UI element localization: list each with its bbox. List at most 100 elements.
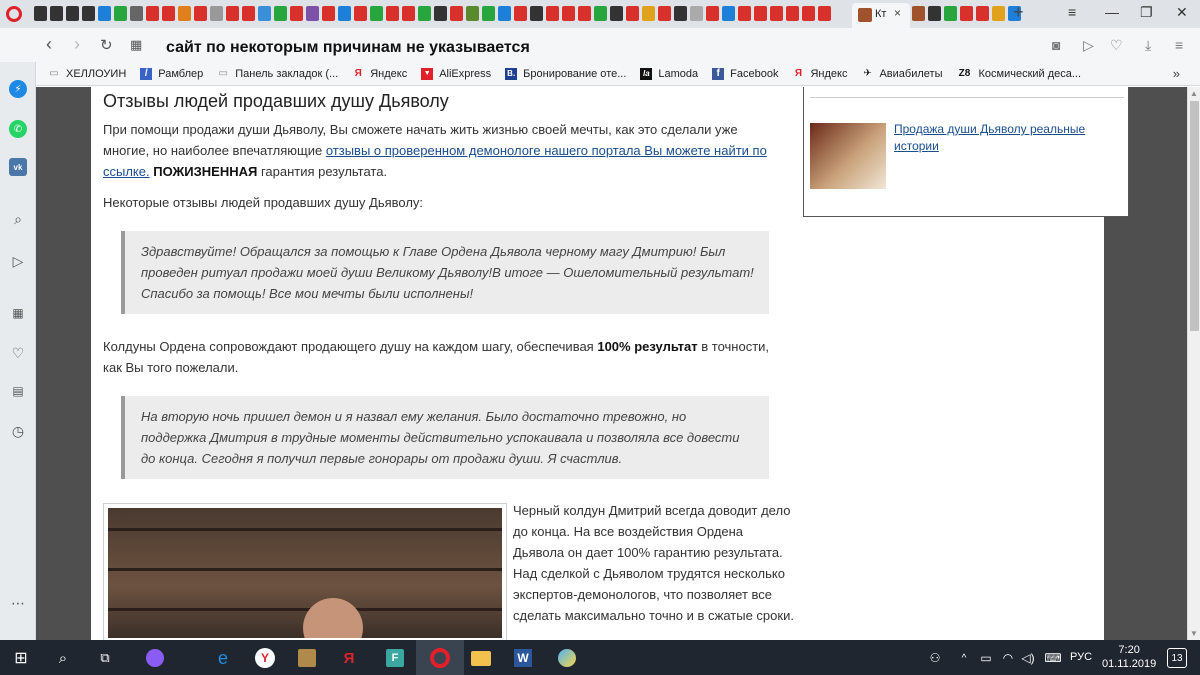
tab-favicon-icon[interactable]	[706, 6, 719, 21]
tab-favicon-icon[interactable]	[530, 6, 543, 21]
bookmark-facebook[interactable]: f Facebook	[712, 67, 778, 80]
tab-favicon-icon[interactable]	[194, 6, 207, 21]
edge-icon[interactable]: e	[212, 647, 234, 669]
bookmark-rambler[interactable]: / Рамблер	[140, 67, 203, 80]
people-icon[interactable]: ⚇	[924, 647, 946, 669]
bookmark-yandex[interactable]: Я Яндекс	[352, 68, 408, 80]
tab-favicon-icon[interactable]	[402, 6, 415, 21]
bookmark-lamoda[interactable]: la Lamoda	[640, 67, 698, 80]
bookmark-aviabilety[interactable]: ✈ Авиабилеты	[861, 68, 942, 80]
bookmark-cosmic[interactable]: Z8 Космический деса...	[956, 68, 1081, 80]
app-f-icon[interactable]: F	[384, 647, 406, 669]
tab-favicon-icon[interactable]	[226, 6, 239, 21]
tab-favicon-icon[interactable]	[34, 6, 47, 21]
bookmark-yandex-2[interactable]: Я Яндекс	[792, 68, 848, 80]
heart-icon[interactable]: ♡	[1110, 37, 1123, 54]
tab-favicon-icon[interactable]	[66, 6, 79, 21]
bookmark-aliexpress[interactable]: ▼ AliExpress	[421, 67, 491, 80]
tab-favicon-icon[interactable]	[306, 6, 319, 21]
app-icon[interactable]	[296, 647, 318, 669]
tab-favicon-icon[interactable]	[162, 6, 175, 21]
tab-favicon-icon[interactable]	[770, 6, 783, 21]
tab-favicon-icon[interactable]	[626, 6, 639, 21]
volume-icon[interactable]: ◁)	[1017, 647, 1039, 669]
input-language[interactable]: РУС	[1070, 651, 1092, 663]
tab-favicon-icon[interactable]	[82, 6, 95, 21]
tab-favicon-icon[interactable]	[912, 6, 925, 21]
tab-favicon-icon[interactable]	[944, 6, 957, 21]
tab-favicon-icon[interactable]	[562, 6, 575, 21]
notifications-icon[interactable]: 13	[1167, 648, 1187, 668]
tab-favicon-icon[interactable]	[818, 6, 831, 21]
forward-icon[interactable]: ›	[74, 34, 80, 55]
yandex-browser-icon[interactable]: Y	[254, 647, 276, 669]
scrollbar-thumb[interactable]	[1190, 101, 1199, 331]
tab-favicon-icon[interactable]	[50, 6, 63, 21]
tab-favicon-icon[interactable]	[658, 6, 671, 21]
alice-assistant-icon[interactable]	[144, 647, 166, 669]
tab-favicon-icon[interactable]	[466, 6, 479, 21]
close-tab-icon[interactable]: ×	[894, 6, 901, 20]
tab-favicon-icon[interactable]	[370, 6, 383, 21]
tab-favicon-icon[interactable]	[98, 6, 111, 21]
bookmark-booking[interactable]: B. Бронирование оте...	[505, 67, 626, 80]
opera-icon[interactable]	[429, 647, 451, 669]
taskbar-clock[interactable]: 7:20 01.11.2019	[1102, 643, 1156, 671]
new-tab-plus-icon[interactable]: +	[1013, 2, 1024, 23]
related-post-link[interactable]: Продажа души Дьяволу реальные истории	[894, 121, 1094, 155]
page-scrollbar[interactable]: ▲ ▼	[1187, 87, 1200, 640]
tab-favicon-icon[interactable]	[690, 6, 703, 21]
bookmark-panel[interactable]: ▭ Панель закладок (...	[217, 68, 339, 80]
tab-favicon-icon[interactable]	[146, 6, 159, 21]
news-icon[interactable]: ▤	[9, 382, 27, 400]
scroll-up-icon[interactable]: ▲	[1190, 89, 1198, 98]
camera-icon[interactable]: ◙	[1052, 37, 1060, 53]
active-tab[interactable]: Кт ×	[852, 3, 910, 28]
heart-icon[interactable]: ♡	[9, 344, 27, 362]
whatsapp-icon[interactable]: ✆	[9, 120, 27, 138]
maximize-icon[interactable]: ❐	[1140, 4, 1153, 21]
tab-favicon-icon[interactable]	[738, 6, 751, 21]
tab-favicon-icon[interactable]	[722, 6, 735, 21]
related-post-thumbnail[interactable]	[810, 123, 886, 189]
tab-favicon-icon[interactable]	[338, 6, 351, 21]
tab-favicon-icon[interactable]	[322, 6, 335, 21]
reload-icon[interactable]: ↻	[100, 36, 113, 54]
vk-icon[interactable]: vk	[9, 158, 27, 176]
tab-favicon-icon[interactable]	[498, 6, 511, 21]
search-icon[interactable]: ⌕	[9, 210, 27, 228]
tab-favicon-icon[interactable]	[290, 6, 303, 21]
tab-favicon-icon[interactable]	[642, 6, 655, 21]
file-explorer-icon[interactable]	[470, 647, 492, 669]
battery-icon[interactable]: ▭	[975, 647, 997, 669]
tab-favicon-icon[interactable]	[578, 6, 591, 21]
tab-favicon-icon[interactable]	[594, 6, 607, 21]
tab-favicon-icon[interactable]	[114, 6, 127, 21]
speed-dial-icon[interactable]: ▦	[130, 37, 142, 53]
word-icon[interactable]: W	[512, 647, 534, 669]
tab-favicon-icon[interactable]	[450, 6, 463, 21]
tab-favicon-icon[interactable]	[418, 6, 431, 21]
tab-favicon-icon[interactable]	[802, 6, 815, 21]
tab-menu-icon[interactable]: ≡	[1068, 4, 1076, 20]
tray-expand-icon[interactable]: ^	[953, 647, 975, 669]
tab-favicon-icon[interactable]	[514, 6, 527, 21]
download-icon[interactable]: ⤓	[1145, 37, 1151, 54]
send-icon[interactable]: ▷	[1083, 37, 1094, 54]
tab-favicon-icon[interactable]	[960, 6, 973, 21]
tab-favicon-icon[interactable]	[482, 6, 495, 21]
wifi-icon[interactable]: ◠	[997, 647, 1019, 669]
tab-favicon-icon[interactable]	[242, 6, 255, 21]
menu-icon[interactable]: ≡	[1175, 37, 1183, 53]
speed-dial-icon[interactable]: ▦	[9, 304, 27, 322]
messenger-icon[interactable]: ⚡	[9, 80, 27, 98]
tab-favicon-icon[interactable]	[992, 6, 1005, 21]
tab-favicon-icon[interactable]	[928, 6, 941, 21]
tab-favicon-icon[interactable]	[210, 6, 223, 21]
tab-favicon-icon[interactable]	[258, 6, 271, 21]
history-icon[interactable]: ◷	[9, 422, 27, 440]
tab-favicon-icon[interactable]	[976, 6, 989, 21]
tab-favicon-icon[interactable]	[130, 6, 143, 21]
yandex-icon[interactable]: Я	[338, 647, 360, 669]
address-input[interactable]: сайт по некоторым причинам не указываетс…	[166, 39, 530, 57]
